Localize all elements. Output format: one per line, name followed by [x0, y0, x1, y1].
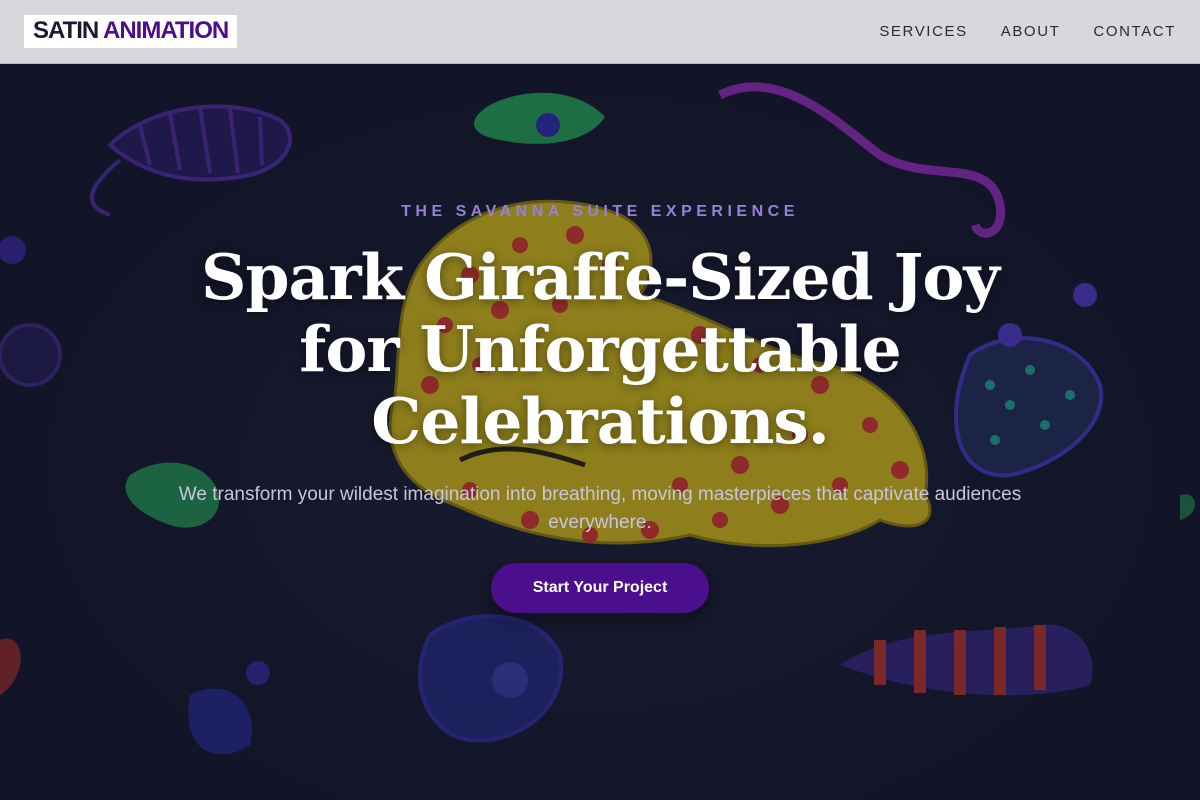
main-nav: SERVICES ABOUT CONTACT	[846, 23, 1176, 40]
logo-word-animation: ANIMATION	[103, 17, 229, 44]
nav-link-about[interactable]: ABOUT	[1001, 23, 1061, 40]
nav-link-contact[interactable]: CONTACT	[1093, 23, 1176, 40]
hero-eyebrow: THE SAVANNA SUITE EXPERIENCE	[401, 203, 799, 220]
start-project-button[interactable]: Start Your Project	[491, 563, 709, 613]
nav-link-services[interactable]: SERVICES	[879, 23, 967, 40]
site-logo[interactable]: SATIN ANIMATION	[24, 15, 238, 48]
hero-subheadline: We transform your wildest imagination in…	[178, 484, 1022, 533]
hero-headline: Spark Giraffe-Sized Joy for Unforgettabl…	[200, 240, 1000, 458]
logo-word-satin: SATIN	[33, 17, 99, 44]
site-header: SATIN ANIMATION SERVICES ABOUT CONTACT	[0, 0, 1200, 64]
hero-section: THE SAVANNA SUITE EXPERIENCE Spark Giraf…	[0, 65, 1200, 800]
